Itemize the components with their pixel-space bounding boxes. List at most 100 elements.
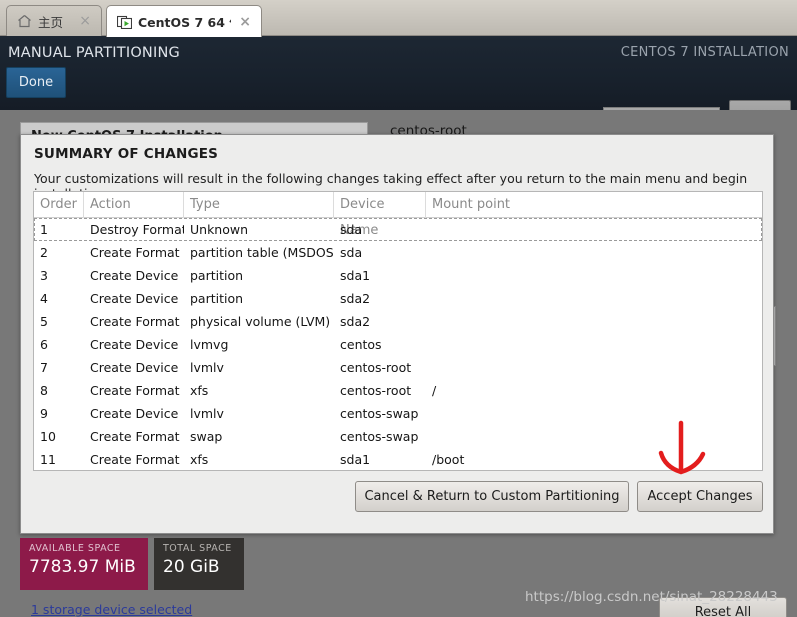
available-space-value: 7783.97 MiB bbox=[29, 557, 136, 577]
page-title: MANUAL PARTITIONING bbox=[8, 45, 180, 61]
cell-action: Create Device bbox=[90, 268, 179, 283]
table-row[interactable]: 9 Create Device lvmlv centos-swap bbox=[34, 402, 762, 425]
tab-centos-vm-label: CentOS 7 64 位 bbox=[138, 15, 231, 30]
cell-type: lvmlv bbox=[190, 406, 224, 421]
cell-type: partition bbox=[190, 268, 244, 283]
cell-type: physical volume (LVM) bbox=[190, 314, 331, 329]
cell-device-name: sda2 bbox=[340, 291, 371, 306]
column-header-action[interactable]: Action bbox=[84, 191, 184, 218]
cell-action: Create Format bbox=[90, 245, 180, 260]
screen: 主页 × CentOS 7 64 位 × MANUAL PARTITIONING… bbox=[0, 0, 797, 617]
cell-mount-point bbox=[426, 218, 762, 241]
table-row[interactable]: 3 Create Device partition sda1 bbox=[34, 264, 762, 287]
cell-mount-point: /boot bbox=[432, 452, 465, 467]
cell-order: 7 bbox=[40, 360, 48, 375]
cell-device-name: centos-swap bbox=[340, 429, 419, 444]
cell-device-name: centos bbox=[340, 337, 382, 352]
done-button[interactable]: Done bbox=[6, 67, 66, 98]
cell-action: Create Device bbox=[90, 337, 179, 352]
cell-type: partition bbox=[190, 291, 244, 306]
cell-order: 8 bbox=[40, 383, 48, 398]
cell-order: 3 bbox=[40, 268, 48, 283]
cell-order: 5 bbox=[40, 314, 48, 329]
cell-type: xfs bbox=[190, 383, 209, 398]
cell-type: lvmvg bbox=[190, 337, 229, 352]
cell-type: xfs bbox=[190, 452, 209, 467]
cell-mount-point bbox=[426, 310, 762, 333]
column-header-type[interactable]: Type bbox=[184, 191, 334, 218]
cell-action: Create Format bbox=[90, 314, 180, 329]
cell-order: 1 bbox=[40, 222, 48, 237]
cell-action: Destroy Format bbox=[90, 222, 184, 237]
cell-mount-point bbox=[426, 287, 762, 310]
cell-device-name: sda2 bbox=[340, 314, 371, 329]
table-header-row: Order Action Type Device Name Mount poin… bbox=[34, 191, 762, 238]
column-header-mount-point[interactable]: Mount point bbox=[426, 192, 762, 218]
total-space-label: TOTAL SPACE bbox=[163, 543, 232, 554]
cell-mount-point: / bbox=[432, 383, 437, 398]
cell-mount-point bbox=[426, 333, 762, 356]
cell-order: 6 bbox=[40, 337, 48, 352]
cell-action: Create Format bbox=[90, 452, 180, 467]
cell-mount-point bbox=[426, 241, 762, 264]
tab-centos-vm[interactable]: CentOS 7 64 位 × bbox=[106, 5, 262, 37]
cell-device-name: centos-root bbox=[340, 360, 412, 375]
cell-device-name: sda1 bbox=[340, 268, 371, 283]
table-row[interactable]: 11 Create Format xfs sda1/boot bbox=[34, 448, 762, 471]
cell-action: Create Device bbox=[90, 406, 179, 421]
product-label: CENTOS 7 INSTALLATION bbox=[620, 45, 789, 60]
table-row[interactable]: 2 Create Format partition table (MSDOS) sda bbox=[34, 241, 762, 264]
table-row[interactable]: 4 Create Device partition sda2 bbox=[34, 287, 762, 310]
cell-action: Create Format bbox=[90, 429, 180, 444]
cell-device-name: sda bbox=[340, 222, 363, 237]
cell-device-name: centos-swap bbox=[340, 406, 419, 421]
table-row[interactable]: 7 Create Device lvmlv centos-root bbox=[34, 356, 762, 379]
cell-mount-point bbox=[426, 425, 762, 448]
cell-mount-point bbox=[426, 356, 762, 379]
cell-order: 2 bbox=[40, 245, 48, 260]
available-space-box: AVAILABLE SPACE 7783.97 MiB bbox=[20, 538, 148, 590]
cell-device-name: sda1 bbox=[340, 452, 371, 467]
cancel-return-button[interactable]: Cancel & Return to Custom Partitioning bbox=[355, 481, 629, 512]
total-space-value: 20 GiB bbox=[163, 557, 220, 577]
vm-play-icon bbox=[116, 15, 133, 29]
table-row[interactable]: 5 Create Format physical volume (LVM) sda2 bbox=[34, 310, 762, 333]
cell-action: Create Format bbox=[90, 383, 180, 398]
cell-type: swap bbox=[190, 429, 223, 444]
tab-home[interactable]: 主页 × bbox=[6, 5, 102, 36]
accept-changes-button[interactable]: Accept Changes bbox=[637, 481, 763, 512]
installer-header: MANUAL PARTITIONING CENTOS 7 INSTALLATIO… bbox=[0, 36, 797, 134]
column-header-order[interactable]: Order bbox=[34, 191, 84, 218]
table-body: 1 Destroy Format Unknown sda 2 Create Format p… bbox=[34, 218, 762, 471]
cell-mount-point bbox=[426, 402, 762, 425]
tab-home-label: 主页 bbox=[38, 14, 64, 30]
cell-order: 9 bbox=[40, 406, 48, 421]
changes-table: Order Action Type Device Name Mount poin… bbox=[33, 191, 763, 471]
available-space-label: AVAILABLE SPACE bbox=[29, 543, 121, 554]
cell-type: partition table (MSDOS) bbox=[190, 245, 334, 260]
cell-mount-point bbox=[426, 264, 762, 287]
cell-device-name: sda bbox=[340, 245, 363, 260]
cell-order: 10 bbox=[40, 429, 56, 444]
cell-order: 4 bbox=[40, 291, 48, 306]
cell-type: lvmlv bbox=[190, 360, 224, 375]
table-row[interactable]: 10 Create Format swap centos-swap bbox=[34, 425, 762, 448]
table-row[interactable]: 6 Create Device lvmvg centos bbox=[34, 333, 762, 356]
column-header-device-name[interactable]: Device Name bbox=[334, 191, 426, 238]
vm-tab-bar: 主页 × CentOS 7 64 位 × bbox=[0, 0, 797, 37]
home-icon bbox=[17, 14, 32, 28]
tab-home-close-icon[interactable]: × bbox=[77, 14, 93, 28]
dialog-title: SUMMARY OF CHANGES bbox=[34, 146, 219, 162]
watermark-text: https://blog.csdn.net/sinat_28228443 bbox=[525, 589, 778, 605]
tab-centos-vm-close-icon[interactable]: × bbox=[237, 15, 253, 29]
cell-order: 11 bbox=[40, 452, 56, 467]
cell-type: Unknown bbox=[190, 222, 249, 237]
total-space-box: TOTAL SPACE 20 GiB bbox=[154, 538, 244, 590]
table-row[interactable]: 8 Create Format xfs centos-root / bbox=[34, 379, 762, 402]
summary-of-changes-dialog: SUMMARY OF CHANGES Your customizations w… bbox=[20, 134, 774, 534]
cell-device-name: centos-root bbox=[340, 383, 412, 398]
cell-action: Create Device bbox=[90, 360, 179, 375]
storage-devices-link[interactable]: 1 storage device selected bbox=[31, 602, 192, 617]
cell-action: Create Device bbox=[90, 291, 179, 306]
table-row[interactable]: 1 Destroy Format Unknown sda bbox=[34, 218, 762, 241]
